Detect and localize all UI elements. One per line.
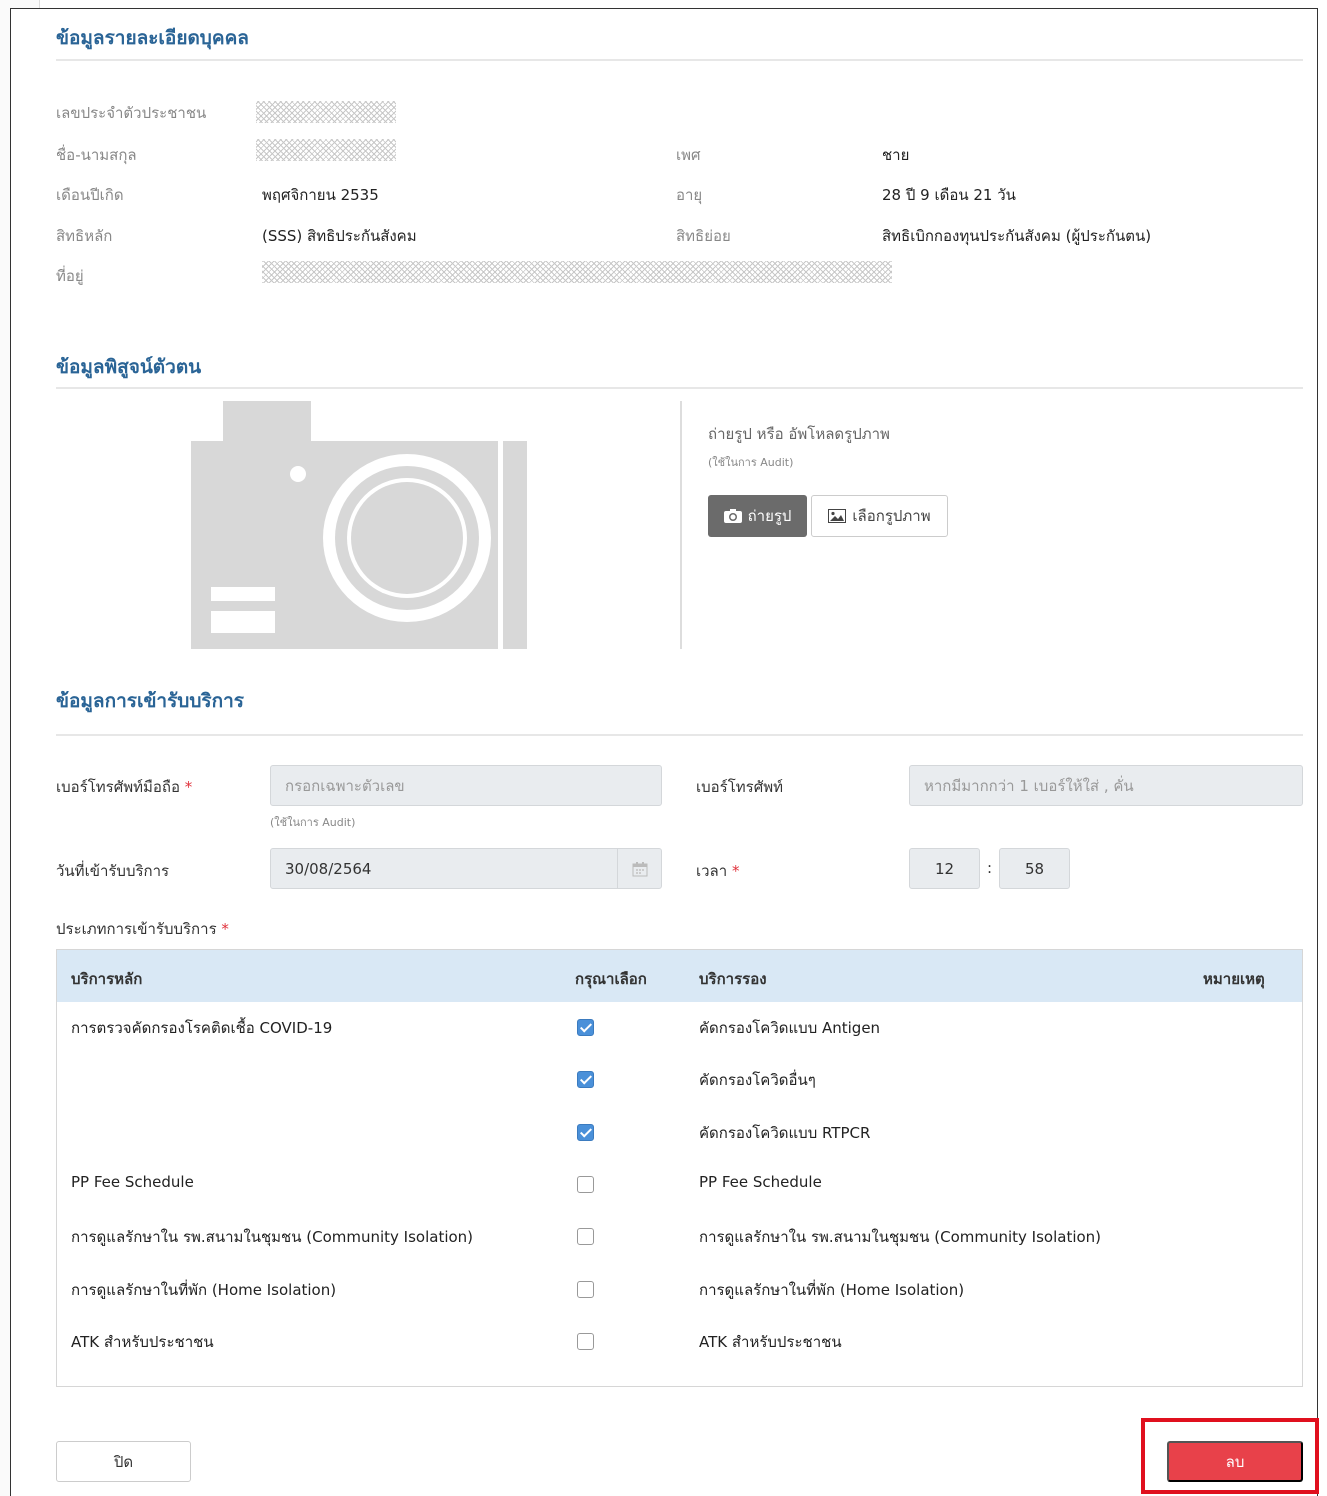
header-main-service: บริการหลัก — [71, 970, 143, 988]
section-title-identity: ข้อมูลพิสูจน์ตัวตน — [56, 356, 202, 378]
id-label: เลขประจำตัวประชาชน — [56, 104, 207, 122]
main-right-label: สิทธิหลัก — [56, 227, 113, 245]
table-header: บริการหลัก กรุณาเลือก บริการรอง หมายเหตุ — [57, 950, 1302, 1002]
row-main-service: ATK สำหรับประชาชน — [71, 1332, 214, 1351]
upload-subtitle: (ใช้ในการ Audit) — [708, 456, 794, 469]
close-button[interactable]: ปิด — [56, 1441, 191, 1482]
header-sub-service: บริการรอง — [699, 970, 767, 988]
main-right-value: (SSS) สิทธิประกันสังคม — [262, 227, 417, 245]
row-main-service: การดูแลรักษาในที่พัก (Home Isolation) — [71, 1280, 337, 1299]
choose-image-label: เลือกรูปภาพ — [852, 508, 931, 525]
camera-placeholder-icon — [191, 401, 527, 649]
phone-label: เบอร์โทรศัพท์ — [696, 778, 784, 796]
age-value: 28 ปี 9 เดือน 21 วัน — [882, 186, 1016, 204]
date-label: วันที่เข้ารับบริการ — [56, 862, 170, 880]
minute-input[interactable]: 58 — [999, 848, 1070, 889]
date-input[interactable]: 30/08/2564 — [270, 848, 662, 889]
age-label: อายุ — [676, 186, 703, 204]
service-type-label: ประเภทการเข้ารับบริการ * — [56, 920, 229, 938]
row-main-service: การดูแลรักษาใน รพ.สนามในชุมชน (Community… — [71, 1228, 474, 1247]
calendar-icon — [632, 861, 647, 876]
row-select-checkbox[interactable] — [577, 1019, 594, 1036]
vertical-divider — [680, 401, 682, 649]
camera-icon — [723, 509, 742, 523]
phone-input[interactable]: หากมีมากกว่า 1 เบอร์ให้ใส่ , คั่น — [909, 765, 1303, 806]
row-select-checkbox[interactable] — [577, 1123, 594, 1141]
row-sub-service: คัดกรองโควิดแบบ RTPCR — [699, 1123, 871, 1142]
time-separator: : — [987, 859, 993, 877]
date-value: 30/08/2564 — [285, 859, 372, 878]
section-title-personal: ข้อมูลรายละเอียดบุคคล — [56, 27, 249, 49]
name-label: ชื่อ-นามสกุล — [56, 146, 137, 164]
name-value-masked — [256, 139, 396, 161]
service-table: บริการหลัก กรุณาเลือก บริการรอง หมายเหตุ… — [56, 949, 1303, 1387]
row-main-service: PP Fee Schedule — [71, 1172, 194, 1191]
section-title-service: ข้อมูลการเข้ารับบริการ — [56, 690, 245, 712]
mobile-hint: (ใช้ในการ Audit) — [270, 816, 356, 829]
birth-label: เดือนปีเกิด — [56, 186, 124, 204]
gender-value: ชาย — [882, 146, 910, 164]
mobile-label: เบอร์โทรศัพท์มือถือ * — [56, 778, 193, 796]
upload-title: ถ่ายรูป หรือ อัพโหลดรูปภาพ — [708, 425, 890, 443]
row-select-checkbox[interactable] — [577, 1228, 594, 1246]
time-label: เวลา * — [696, 862, 740, 880]
take-photo-label: ถ่ายรูป — [747, 508, 792, 525]
row-sub-service: คัดกรองโควิดแบบ Antigen — [699, 1019, 881, 1037]
hour-input[interactable]: 12 — [909, 848, 980, 889]
row-select-checkbox[interactable] — [577, 1071, 594, 1089]
gender-label: เพศ — [676, 146, 701, 164]
divider — [56, 59, 1303, 61]
image-icon — [828, 509, 847, 523]
row-sub-service: คัดกรองโควิดอื่นๆ — [699, 1071, 816, 1090]
mobile-input[interactable]: กรอกเฉพาะตัวเลข — [270, 765, 662, 806]
row-select-checkbox[interactable] — [577, 1332, 594, 1350]
choose-image-button[interactable]: เลือกรูปภาพ — [811, 495, 948, 537]
header-select: กรุณาเลือก — [575, 970, 647, 988]
header-remark: หมายเหตุ — [1203, 970, 1265, 988]
row-select-checkbox[interactable] — [577, 1175, 594, 1193]
row-main-service: การตรวจคัดกรองโรคติดเชื้อ COVID-19 — [71, 1019, 333, 1037]
row-sub-service: ATK สำหรับประชาชน — [699, 1332, 842, 1351]
calendar-button[interactable] — [617, 849, 661, 888]
delete-button-highlight — [1141, 1418, 1319, 1494]
address-label: ที่อยู่ — [56, 267, 84, 285]
sub-right-label: สิทธิย่อย — [676, 227, 731, 245]
divider — [56, 387, 1303, 389]
sub-right-value: สิทธิเบิกกองทุนประกันสังคม (ผู้ประกันตน) — [882, 227, 1152, 245]
row-sub-service: การดูแลรักษาในที่พัก (Home Isolation) — [699, 1280, 965, 1299]
service-detail-modal: ข้อมูลรายละเอียดบุคคล เลขประจำตัวประชาชน… — [10, 8, 1318, 1496]
address-value-masked — [262, 261, 892, 283]
row-select-checkbox[interactable] — [577, 1280, 594, 1298]
row-sub-service: การดูแลรักษาใน รพ.สนามในชุมชน (Community… — [699, 1228, 1102, 1247]
row-sub-service: PP Fee Schedule — [699, 1172, 822, 1191]
divider — [56, 734, 1303, 736]
birth-value: พฤศจิกายน 2535 — [262, 186, 379, 204]
id-value-masked — [256, 101, 396, 123]
take-photo-button[interactable]: ถ่ายรูป — [708, 495, 807, 537]
